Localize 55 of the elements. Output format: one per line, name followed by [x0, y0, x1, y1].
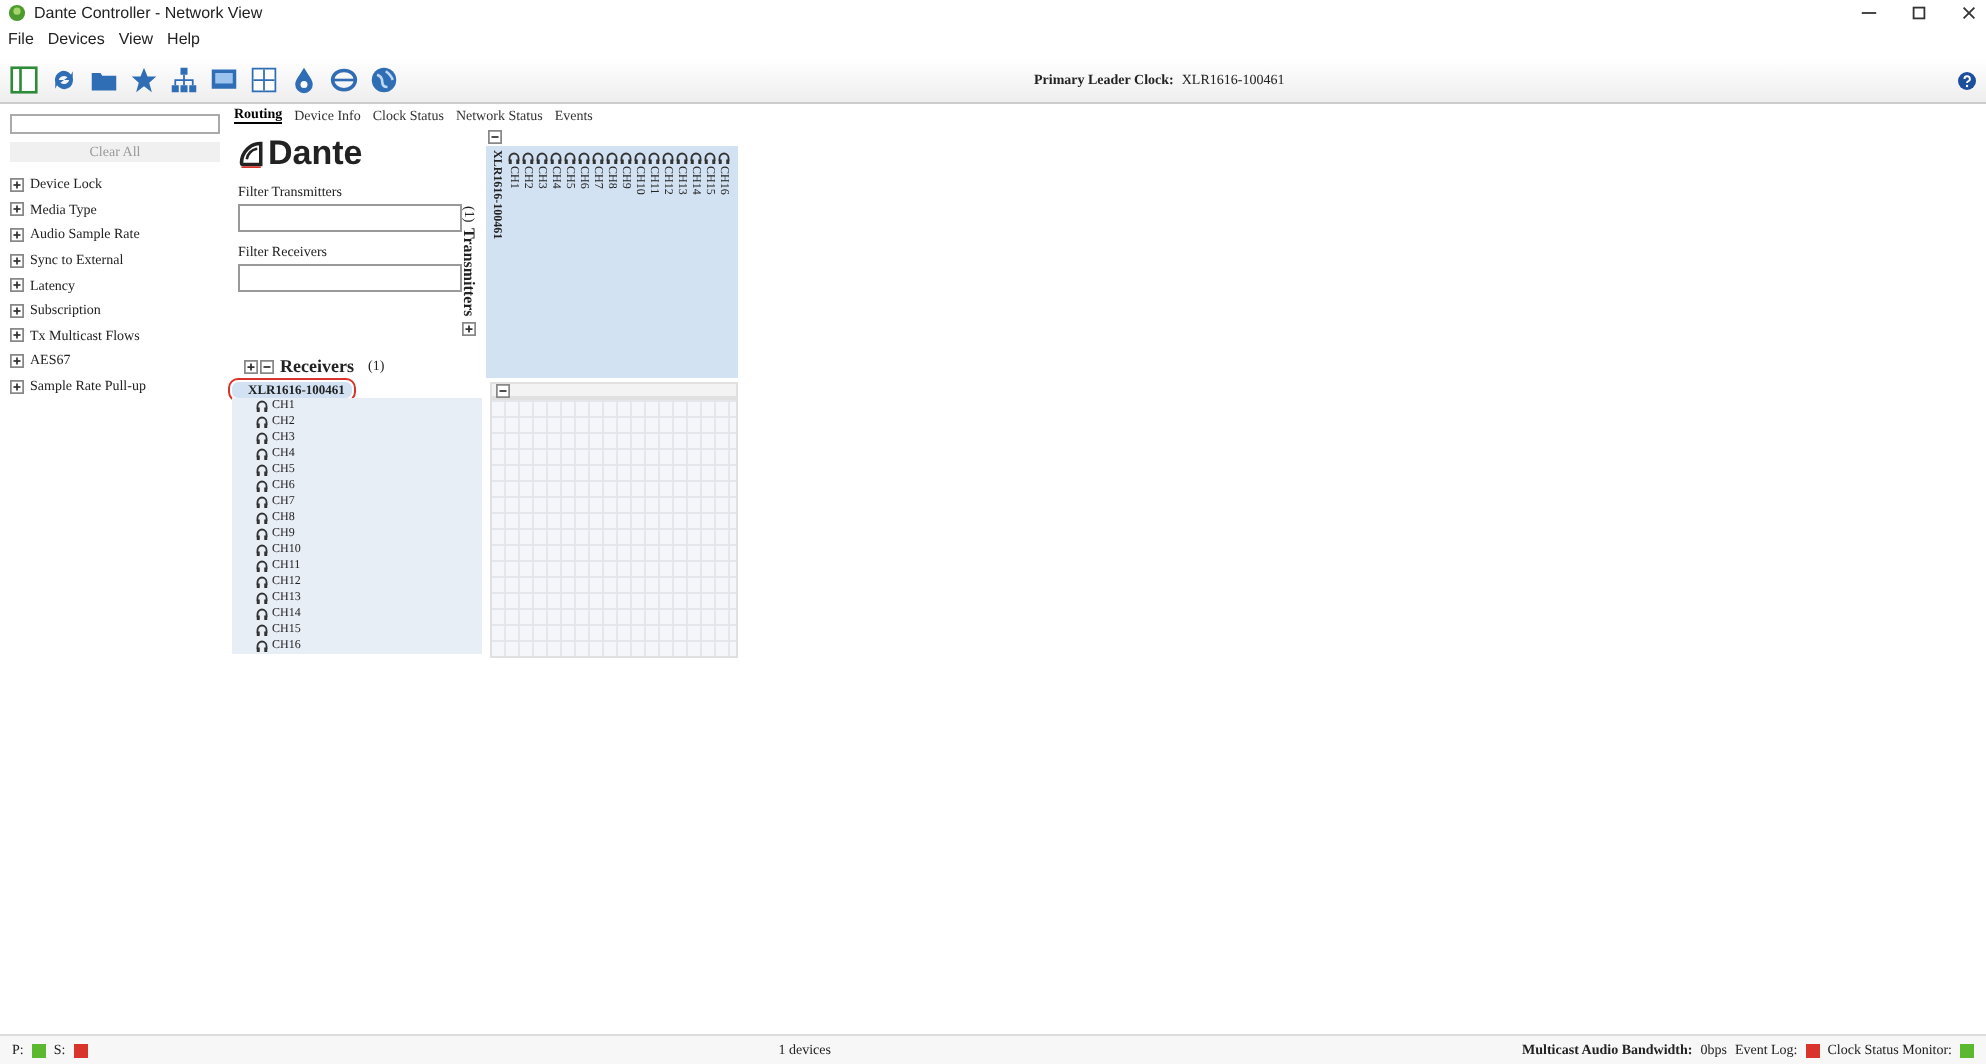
- collapse-icon[interactable]: [496, 383, 510, 397]
- app-icon: [8, 4, 26, 22]
- headphones-icon: [256, 512, 268, 524]
- expand-icon[interactable]: [461, 322, 475, 337]
- menu-item[interactable]: View: [118, 29, 154, 47]
- network-icon[interactable]: [170, 66, 198, 94]
- expand-icon[interactable]: [10, 177, 24, 192]
- expand-icon[interactable]: [10, 202, 24, 217]
- refresh-icon[interactable]: [50, 66, 78, 94]
- headphones-icon: [256, 608, 268, 620]
- filter-transmitters-field[interactable]: [238, 204, 462, 232]
- receivers-label: Receivers: [280, 356, 354, 376]
- headphones-icon: [256, 576, 268, 588]
- dante-logo: Dante: [268, 136, 363, 172]
- headphones-icon: [256, 416, 268, 428]
- drop-icon[interactable]: [290, 66, 318, 94]
- headphones-icon: [256, 464, 268, 476]
- headphones-icon: [256, 592, 268, 604]
- expand-icon[interactable]: [10, 303, 24, 318]
- close-icon[interactable]: [1960, 4, 1978, 22]
- panel-icon[interactable]: [10, 66, 38, 94]
- dante-logo-icon: [238, 140, 266, 168]
- headphones-icon: [256, 560, 268, 572]
- headphones-icon: [256, 640, 268, 652]
- grid-icon[interactable]: [250, 66, 278, 94]
- headphones-icon: [256, 496, 268, 508]
- headphones-icon: [256, 480, 268, 492]
- headphones-icon: [256, 544, 268, 556]
- expand-icon[interactable]: [244, 359, 258, 373]
- filter-receivers-field[interactable]: [238, 264, 462, 292]
- collapse-icon[interactable]: [488, 130, 502, 144]
- expand-icon[interactable]: [10, 328, 24, 343]
- monitor-icon[interactable]: [210, 66, 238, 94]
- star-icon[interactable]: [130, 66, 158, 94]
- ring-icon[interactable]: [330, 66, 358, 94]
- menu-item[interactable]: Help: [167, 29, 200, 47]
- menu-item[interactable]: File: [8, 29, 34, 47]
- expand-icon[interactable]: [10, 379, 24, 394]
- expand-icon[interactable]: [10, 278, 24, 293]
- menu-item[interactable]: Devices: [47, 29, 105, 47]
- expand-icon[interactable]: [10, 253, 24, 268]
- headphones-icon: [256, 624, 268, 636]
- search-field[interactable]: [10, 114, 220, 134]
- headphones-icon: [256, 400, 268, 412]
- globe-icon[interactable]: [370, 66, 398, 94]
- help-icon[interactable]: [1958, 71, 1976, 89]
- maximize-icon[interactable]: [1910, 4, 1928, 22]
- window-title: Dante Controller - Network View: [34, 4, 263, 22]
- collapse-icon[interactable]: [260, 359, 274, 373]
- expand-icon[interactable]: [10, 227, 24, 242]
- transmitters-label: Transmitters: [460, 228, 476, 317]
- headphones-icon: [256, 528, 268, 540]
- headphones-icon: [256, 432, 268, 444]
- headphones-icon: [256, 448, 268, 460]
- expand-icon[interactable]: [10, 353, 24, 368]
